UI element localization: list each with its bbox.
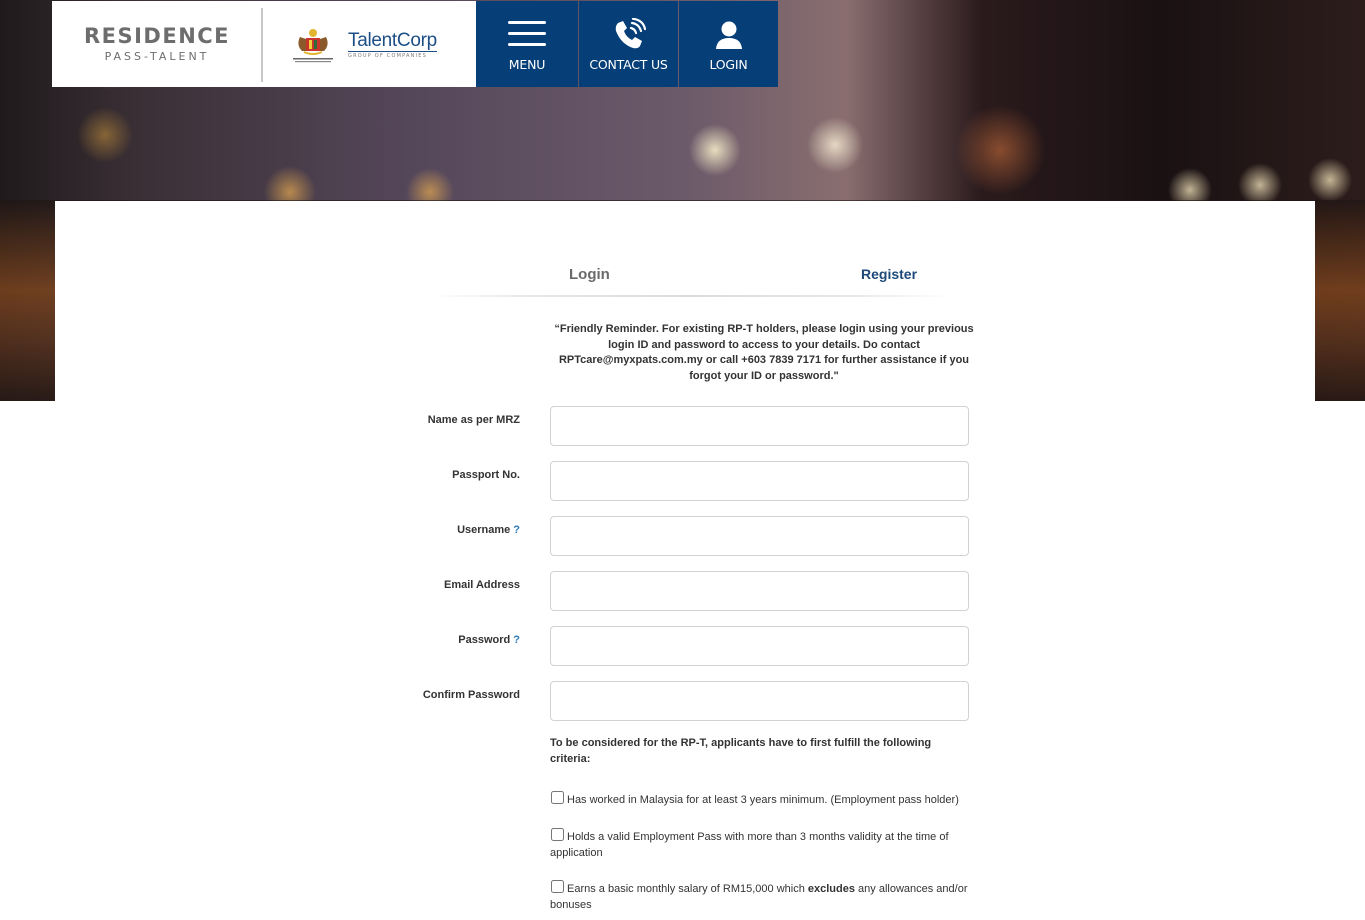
username-help-icon[interactable]: ? — [513, 524, 520, 536]
name-label-text: Name as per MRZ — [427, 414, 520, 426]
criteria-checkbox-salary[interactable] — [551, 880, 564, 893]
contact-us-button[interactable]: CONTACT US — [579, 1, 678, 87]
passport-no-input[interactable] — [550, 461, 969, 501]
name-label: Name as per MRZ — [428, 414, 520, 426]
form-row-username: Username? — [55, 516, 1315, 556]
talentcorp-logo[interactable]: TalentCorp GROUP OF COMPANIES — [348, 31, 437, 59]
register-card: Login Register “Friendly Reminder. For e… — [55, 201, 1315, 920]
login-label: LOGIN — [709, 57, 748, 72]
form-row-email: Email Address — [55, 571, 1315, 611]
confirm-password-label: Confirm Password — [423, 689, 520, 701]
criteria-text-employment-pass: Holds a valid Employment Pass with more … — [550, 831, 949, 859]
ministry-crest-icon — [293, 29, 333, 63]
passport-label: Passport No. — [452, 469, 520, 481]
talentcorp-tagline: GROUP OF COMPANIES — [348, 53, 427, 59]
phone-icon — [615, 18, 646, 49]
criteria-intro: To be considered for the RP-T, applicant… — [550, 737, 932, 765]
tab-divider — [430, 295, 950, 297]
name-as-per-mrz-input[interactable] — [550, 406, 969, 446]
password-help-icon[interactable]: ? — [513, 634, 520, 646]
friendly-reminder-text: “Friendly Reminder. For existing RP-T ho… — [554, 323, 974, 383]
tab-login[interactable]: Login — [569, 266, 610, 283]
talentcorp-name: TalentCorp — [348, 30, 437, 52]
criteria-checkbox-work-years[interactable] — [551, 791, 564, 804]
confirm-password-input[interactable] — [550, 681, 969, 721]
tab-register[interactable]: Register — [861, 266, 917, 282]
criteria-text-salary-bold: excludes — [807, 883, 855, 895]
passport-label-text: Passport No. — [452, 469, 520, 481]
email-label: Email Address — [444, 579, 520, 591]
criteria-item-work-years: Has worked in Malaysia for at least 3 ye… — [550, 791, 975, 808]
brand-divider — [261, 8, 263, 82]
contact-us-label: CONTACT US — [589, 57, 668, 72]
form-row-passport: Passport No. — [55, 461, 1315, 501]
residence-pass-talent-logo[interactable]: RESIDENCE PASS-TALENT — [52, 1, 262, 87]
brand-subtitle: PASS-TALENT — [104, 50, 210, 63]
menu-button[interactable]: MENU — [476, 1, 578, 87]
form-row-password: Password? — [55, 626, 1315, 666]
hamburger-menu-icon — [508, 21, 546, 46]
menu-label: MENU — [508, 57, 546, 72]
form-row-name: Name as per MRZ — [55, 406, 1315, 446]
brand-title: RESIDENCE — [83, 24, 231, 48]
username-label: Username? — [457, 524, 520, 536]
criteria-text-salary-before: Earns a basic monthly salary of RM15,000… — [567, 883, 808, 895]
brand-header: RESIDENCE PASS-TALENT TalentCorp GROUP O… — [52, 1, 476, 87]
criteria-text-work-years: Has worked in Malaysia for at least 3 ye… — [567, 794, 959, 806]
criteria-item-employment-pass: Holds a valid Employment Pass with more … — [550, 828, 975, 861]
username-input[interactable] — [550, 516, 969, 556]
password-label: Password? — [458, 634, 520, 646]
username-label-text: Username — [457, 524, 511, 536]
form-row-confirm-password: Confirm Password — [55, 681, 1315, 721]
password-label-text: Password — [458, 634, 511, 646]
criteria-item-salary: Earns a basic monthly salary of RM15,000… — [550, 880, 975, 913]
email-label-text: Email Address — [443, 579, 520, 591]
user-icon — [715, 21, 742, 49]
criteria-checkbox-employment-pass[interactable] — [551, 828, 564, 841]
email-address-input[interactable] — [550, 571, 969, 611]
login-button[interactable]: LOGIN — [679, 1, 778, 87]
password-input[interactable] — [550, 626, 969, 666]
confirm-password-label-text: Confirm Password — [422, 689, 520, 701]
